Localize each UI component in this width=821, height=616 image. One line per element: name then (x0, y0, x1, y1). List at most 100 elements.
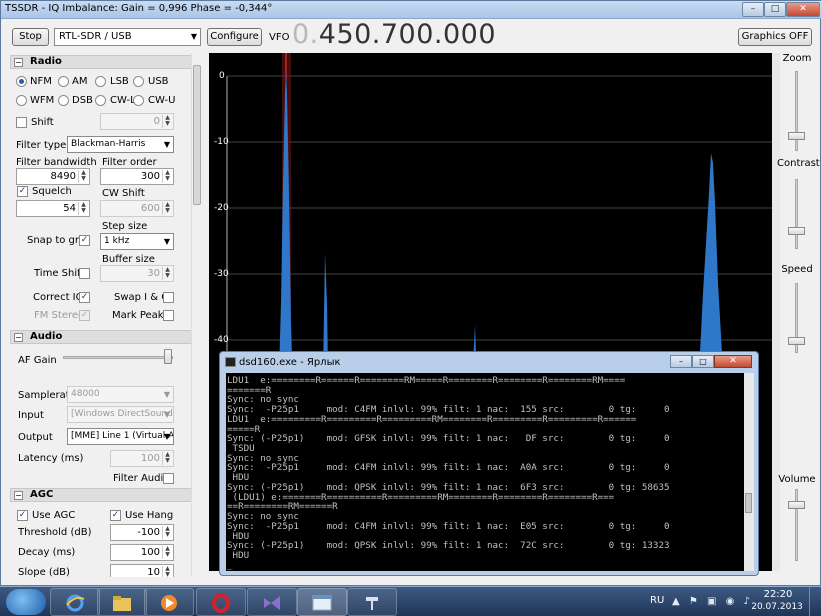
shift-value: 0 (153, 116, 160, 127)
spectrum-scrollbar[interactable] (772, 53, 780, 571)
samplerate-select[interactable]: 48000 ▼ (67, 386, 174, 403)
mode-radio-usb[interactable] (133, 76, 144, 87)
fm-stereo-checkbox[interactable]: ✓ (79, 310, 90, 321)
contrast-slider-thumb[interactable] (788, 227, 805, 235)
latency-input[interactable]: 100 ▲ ▼ (110, 450, 174, 467)
panel-scrollbar-thumb[interactable] (193, 65, 201, 205)
mode-radio-wfm[interactable] (16, 95, 27, 106)
console-scrollbar-thumb[interactable] (745, 493, 752, 513)
spin-arrows-icon[interactable]: ▲ ▼ (162, 566, 172, 577)
filter-bandwidth-input[interactable]: 8490 ▲ ▼ (16, 168, 90, 185)
filter-order-input[interactable]: 300 ▲ ▼ (100, 168, 174, 185)
tray-date[interactable]: 20.07.2013 (748, 602, 806, 612)
mode-radio-nfm[interactable] (16, 76, 27, 87)
contrast-label: Contrast (777, 158, 820, 169)
mode-radio-dsb[interactable] (58, 95, 69, 106)
contrast-slider[interactable] (795, 179, 798, 249)
taskbar-visual-studio[interactable] (247, 588, 297, 616)
radio-section-header[interactable]: − Radio (10, 55, 192, 69)
panel-scrollbar[interactable] (191, 53, 202, 577)
console-output[interactable]: LDU1 e:========R======R========RM=====R=… (226, 373, 744, 571)
window-app-icon (312, 595, 332, 611)
title-bar[interactable]: TSSDR - IQ Imbalance: Gain = 0,996 Phase… (1, 1, 821, 19)
shift-checkbox[interactable] (16, 117, 27, 128)
console-close-button[interactable]: ✕ (714, 355, 752, 368)
mode-radio-cwl[interactable] (95, 95, 106, 106)
ie-icon (66, 594, 85, 612)
vfo-frequency-display[interactable]: 0.450.700.000 (292, 19, 496, 50)
filter-type-select[interactable]: Blackman-Harris ▼ (67, 136, 174, 153)
taskbar-ie[interactable] (50, 588, 100, 616)
af-gain-slider[interactable] (63, 356, 173, 359)
use-hang-checkbox[interactable]: ✓ (110, 510, 121, 521)
spin-arrows-icon[interactable]: ▲ ▼ (162, 526, 172, 539)
console-minimize-button[interactable]: – (670, 355, 692, 368)
stop-button[interactable]: Stop (12, 28, 49, 46)
step-size-select[interactable]: 1 kHz ▼ (100, 233, 174, 250)
minimize-button[interactable]: – (742, 2, 764, 17)
use-agc-checkbox[interactable]: ✓ (17, 510, 28, 521)
spin-arrows-icon[interactable]: ▲ ▼ (162, 452, 172, 465)
chevron-down-icon: ▼ (163, 410, 170, 419)
cw-shift-input[interactable]: 600 ▲ ▼ (100, 200, 174, 217)
slope-input[interactable]: 10 ▲ ▼ (110, 564, 174, 577)
swap-iq-checkbox[interactable] (163, 292, 174, 303)
slope-value: 10 (147, 567, 160, 577)
mode-radio-am[interactable] (58, 76, 69, 87)
filter-audio-checkbox[interactable] (163, 473, 174, 484)
taskbar-console[interactable] (347, 588, 397, 616)
folder-icon (113, 596, 131, 611)
agc-section-header[interactable]: − AGC (10, 488, 192, 502)
tray-language[interactable]: RU (650, 595, 664, 606)
console-scrollbar[interactable] (744, 373, 754, 571)
squelch-checkbox[interactable]: ✓ (17, 186, 28, 197)
volume-slider-thumb[interactable] (788, 501, 805, 509)
time-shift-checkbox[interactable] (79, 268, 90, 279)
taskbar-media-player[interactable] (144, 588, 194, 616)
graphics-off-button[interactable]: Graphics OFF (738, 28, 812, 46)
shift-input[interactable]: 0 ▲ ▼ (100, 113, 174, 130)
mark-peaks-checkbox[interactable] (163, 310, 174, 321)
input-select[interactable]: [Windows DirectSound] ▼ (67, 406, 174, 423)
buffer-size-input[interactable]: 30 ▲ ▼ (100, 265, 174, 282)
visual-studio-icon (264, 596, 280, 610)
spin-arrows-icon[interactable]: ▲ ▼ (162, 202, 172, 215)
spin-arrows-icon[interactable]: ▲ ▼ (162, 267, 172, 280)
spin-arrows-icon[interactable]: ▲ ▼ (162, 170, 172, 183)
threshold-input[interactable]: -100 ▲ ▼ (110, 524, 174, 541)
zoom-slider-thumb[interactable] (788, 132, 805, 140)
time-shift-label: Time Shift (34, 268, 85, 279)
squelch-input[interactable]: 54 ▲ ▼ (16, 200, 90, 217)
configure-button[interactable]: Configure (207, 28, 262, 46)
filter-type-value: Blackman-Harris (71, 139, 146, 149)
tray-time[interactable]: 22:20 (756, 589, 800, 600)
taskbar-explorer[interactable] (97, 588, 147, 616)
tray-icons[interactable]: ▲ ⚑ ▣ ◉ ♪ (672, 596, 753, 607)
chevron-down-icon: ▼ (163, 237, 170, 246)
mode-radio-lsb[interactable] (95, 76, 106, 87)
taskbar-opera[interactable] (196, 588, 246, 616)
dsd-console-window[interactable]: dsd160.exe - Ярлык – □ ✕ LDU1 e:========… (219, 351, 759, 576)
audio-section-header[interactable]: − Audio (10, 330, 192, 344)
buffer-size-value: 30 (147, 268, 160, 279)
spin-arrows-icon[interactable]: ▲ ▼ (78, 202, 88, 215)
af-gain-slider-thumb[interactable] (163, 349, 172, 364)
speed-slider-thumb[interactable] (788, 337, 805, 345)
device-select[interactable]: RTL-SDR / USB ▼ (54, 28, 201, 46)
maximize-button[interactable]: □ (764, 2, 786, 17)
volume-slider[interactable] (795, 489, 798, 561)
decay-input[interactable]: 100 ▲ ▼ (110, 544, 174, 561)
spin-arrows-icon[interactable]: ▲ ▼ (162, 115, 172, 128)
mode-radio-cwu[interactable] (133, 95, 144, 106)
collapse-icon: − (14, 58, 23, 67)
console-maximize-button[interactable]: □ (692, 355, 714, 368)
correct-iq-checkbox[interactable]: ✓ (79, 292, 90, 303)
snap-to-grid-checkbox[interactable]: ✓ (79, 235, 90, 246)
output-select[interactable]: [MME] Line 1 (Virtual Au ▼ (67, 428, 174, 445)
spin-arrows-icon[interactable]: ▲ ▼ (162, 546, 172, 559)
spin-arrows-icon[interactable]: ▲ ▼ (78, 170, 88, 183)
close-button[interactable]: ✕ (786, 2, 820, 17)
show-desktop-button[interactable] (809, 587, 821, 616)
taskbar-tssdr[interactable] (297, 588, 347, 616)
start-button[interactable] (6, 589, 46, 615)
